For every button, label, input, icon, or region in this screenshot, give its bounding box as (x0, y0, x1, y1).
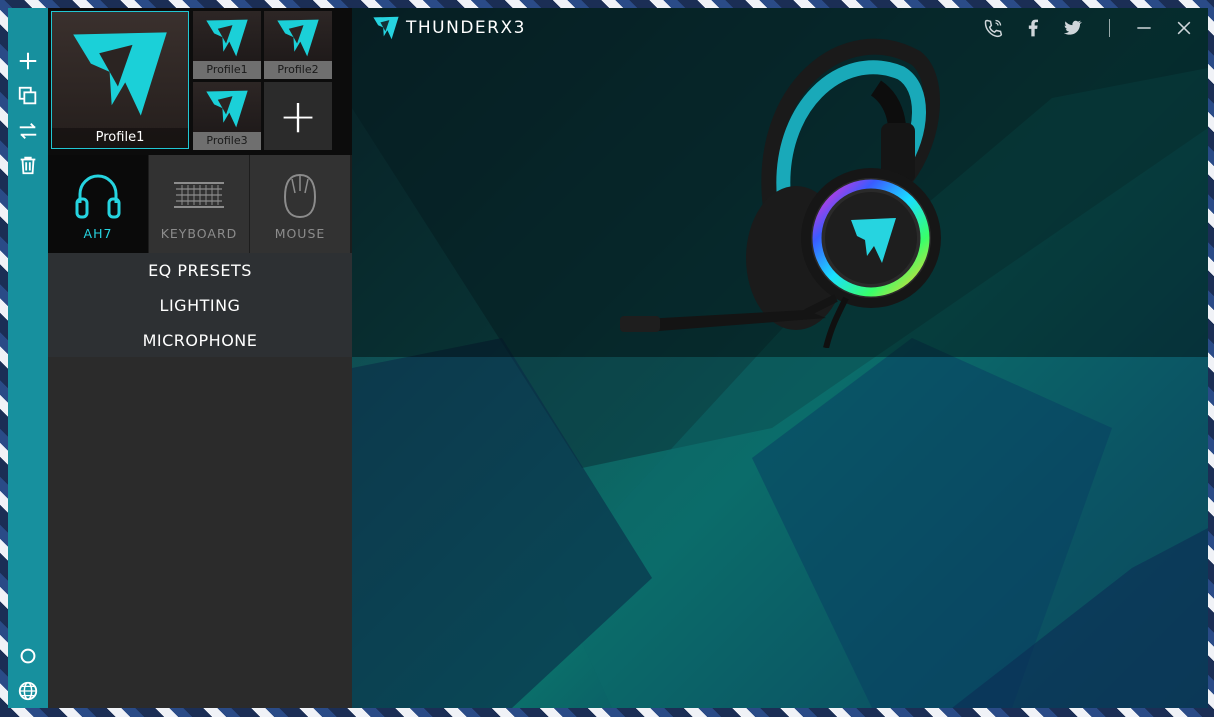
settings-icon[interactable] (16, 644, 40, 668)
phone-icon[interactable] (981, 16, 1005, 40)
device-tabs: AH7 KEYBOARD MOUSE (48, 155, 352, 253)
facebook-icon[interactable] (1021, 16, 1045, 40)
profile-tile-3[interactable]: Profile3 (193, 82, 261, 150)
add-profile-button[interactable]: + (264, 82, 332, 150)
profile-main-label: Profile1 (52, 128, 188, 148)
menu-item-lighting[interactable]: LIGHTING (48, 288, 352, 323)
profile-tile-1[interactable]: Profile1 (193, 11, 261, 79)
headset-icon (75, 174, 121, 219)
device-tab-ah7[interactable]: AH7 (48, 155, 148, 253)
main-display: THUNDERX3 (352, 8, 1208, 708)
app-window: Profile1 Profile1 Profile2 Profile3 + AH… (8, 8, 1208, 708)
headset-image (620, 38, 941, 348)
divider (1109, 19, 1110, 37)
globe-icon[interactable] (16, 679, 40, 703)
close-icon[interactable] (1172, 16, 1196, 40)
device-label: KEYBOARD (160, 226, 238, 241)
keyboard-icon (174, 182, 224, 208)
feature-menu: EQ PRESETS LIGHTING MICROPHONE (48, 253, 352, 357)
trash-icon[interactable] (16, 153, 40, 177)
device-label: AH7 (83, 226, 113, 241)
profile-tile-2[interactable]: Profile2 (264, 11, 332, 79)
profile-tile-label: Profile1 (193, 61, 261, 79)
profile-panel: Profile1 Profile1 Profile2 Profile3 + (48, 8, 352, 156)
thunderx3-logo-icon (206, 90, 248, 128)
window-controls (965, 16, 1196, 40)
profile-tile-label: Profile2 (264, 61, 332, 79)
profile-main-card[interactable]: Profile1 (51, 11, 189, 149)
menu-item-microphone[interactable]: MICROPHONE (48, 323, 352, 358)
profile-tile-label: Profile3 (193, 132, 261, 150)
copy-icon[interactable] (16, 84, 40, 108)
device-tab-keyboard[interactable]: KEYBOARD (149, 155, 249, 253)
twitter-icon[interactable] (1061, 16, 1085, 40)
left-rail (8, 8, 48, 708)
brand-name: THUNDERX3 (406, 18, 526, 38)
thunderx3-logo-icon (277, 19, 319, 57)
device-label: MOUSE (274, 226, 326, 241)
mouse-icon (283, 173, 317, 219)
minimize-icon[interactable] (1132, 16, 1156, 40)
swap-icon[interactable] (16, 119, 40, 143)
thunderx3-logo-icon (373, 16, 399, 40)
brand-header: THUNDERX3 (372, 14, 526, 42)
device-tab-mouse[interactable]: MOUSE (250, 155, 350, 253)
empty-panel (48, 357, 352, 708)
add-icon[interactable] (16, 49, 40, 73)
thunderx3-logo-icon (206, 19, 248, 57)
menu-item-eq-presets[interactable]: EQ PRESETS (48, 253, 352, 288)
thunderx3-logo-icon (73, 32, 167, 116)
